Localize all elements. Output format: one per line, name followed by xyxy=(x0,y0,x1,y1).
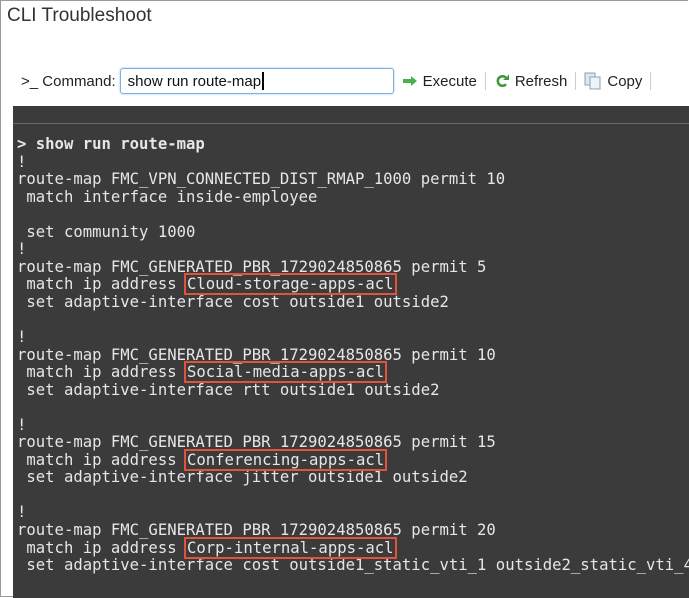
output-line-text: match ip address xyxy=(17,275,186,294)
output-line: ! xyxy=(17,328,689,347)
toolbar-divider xyxy=(650,72,652,90)
copy-label: Copy xyxy=(607,72,643,90)
arrow-right-icon xyxy=(402,75,418,87)
copy-button[interactable]: Copy xyxy=(584,72,642,90)
cli-troubleshoot-panel: CLI Troubleshoot >_ Command: show run ro… xyxy=(0,0,689,598)
highlighted-acl-name: Corp-internal-apps-acl xyxy=(184,536,397,559)
output-line: ! xyxy=(17,415,689,435)
output-line: set adaptive-interface rtt outside1 outs… xyxy=(17,380,689,400)
execute-button[interactable]: Execute xyxy=(402,73,477,90)
panel-title: CLI Troubleshoot xyxy=(7,5,152,26)
output-line-text: match interface inside-employee xyxy=(17,187,318,206)
output-line: match ip address Social-media-apps-acl xyxy=(17,361,689,384)
output-line-text: match ip address xyxy=(17,450,186,469)
output-line: route-map FMC_GENERATED_PBR_172902485086… xyxy=(17,521,689,540)
copy-icon xyxy=(584,72,602,90)
output-line: route-map FMC_VPN_CONNECTED_DIST_RMAP_10… xyxy=(17,170,689,189)
output-line: match ip address Corp-internal-apps-acl xyxy=(17,536,689,559)
output-line: > show run route-map xyxy=(17,135,689,154)
highlighted-acl-name: Cloud-storage-apps-acl xyxy=(184,273,397,296)
command-label: >_ Command: xyxy=(21,72,116,90)
terminal-header xyxy=(13,106,689,124)
output-line-text: set adaptive-interface cost outside1 out… xyxy=(17,292,449,311)
output-line-text: route-map FMC_VPN_CONNECTED_DIST_RMAP_10… xyxy=(17,170,506,189)
output-line-text: set adaptive-interface cost outside1_sta… xyxy=(17,556,689,575)
execute-label: Execute xyxy=(422,72,477,90)
output-line-text: set adaptive-interface rtt outside1 outs… xyxy=(17,380,440,399)
output-line-text: match ip address xyxy=(17,538,186,557)
toolbar-divider xyxy=(575,72,577,90)
output-line-text: ! xyxy=(17,328,27,347)
output-line-text: ! xyxy=(17,152,27,171)
output-line: match ip address Conferencing-apps-acl xyxy=(17,448,689,471)
output-line-text: ! xyxy=(17,415,27,434)
output-line: route-map FMC_GENERATED_PBR_172902485086… xyxy=(17,257,689,277)
output-line-text: > show run route-map xyxy=(17,135,205,153)
output-line-text: route-map FMC_GENERATED_PBR_172902485086… xyxy=(17,521,496,540)
command-input[interactable]: show run route-map xyxy=(119,68,394,94)
output-line-text: route-map FMC_GENERATED_PBR_172902485086… xyxy=(17,345,496,364)
toolbar-divider xyxy=(484,72,486,90)
output-line: ! xyxy=(17,241,689,259)
highlighted-acl-name: Social-media-apps-acl xyxy=(183,361,388,384)
command-toolbar: >_ Command: show run route-map Execute R… xyxy=(21,67,652,95)
output-line: set adaptive-interface cost outside1_sta… xyxy=(17,556,689,575)
output-line: route-map FMC_GENERATED_PBR_172902485086… xyxy=(17,345,689,365)
output-line-text: set community 1000 xyxy=(17,222,196,241)
output-line: set adaptive-interface jitter outside1 o… xyxy=(17,469,689,487)
output-line: set adaptive-interface cost outside1 out… xyxy=(17,292,689,312)
output-line: ! xyxy=(17,504,689,522)
output-line: match ip address Cloud-storage-apps-acl xyxy=(17,273,689,296)
cli-output-lines: > show run route-map! route-map FMC_VPN_C… xyxy=(13,124,689,575)
highlighted-acl-name: Conferencing-apps-acl xyxy=(183,448,388,471)
output-line-text: ! xyxy=(17,503,27,522)
command-input-value: show run route-map xyxy=(127,72,262,90)
output-line: route-map FMC_GENERATED_PBR_172902485086… xyxy=(17,434,689,452)
refresh-label: Refresh xyxy=(514,72,568,90)
text-caret xyxy=(262,72,264,90)
output-line-text: match ip address xyxy=(17,363,186,382)
cli-output-terminal[interactable]: > show run route-map! route-map FMC_VPN_C… xyxy=(13,106,689,598)
output-line: match interface inside-employee xyxy=(17,187,689,207)
refresh-icon xyxy=(494,73,510,89)
output-line: set community 1000 xyxy=(17,222,689,242)
output-line-text: ! xyxy=(17,240,27,259)
refresh-button[interactable]: Refresh xyxy=(494,72,568,90)
output-line-text: route-map FMC_GENERATED_PBR_172902485086… xyxy=(17,433,496,452)
output-line-text: route-map FMC_GENERATED_PBR_172902485086… xyxy=(17,257,487,276)
output-line-text: set adaptive-interface jitter outside1 o… xyxy=(17,468,468,487)
output-line: ! xyxy=(17,152,689,172)
